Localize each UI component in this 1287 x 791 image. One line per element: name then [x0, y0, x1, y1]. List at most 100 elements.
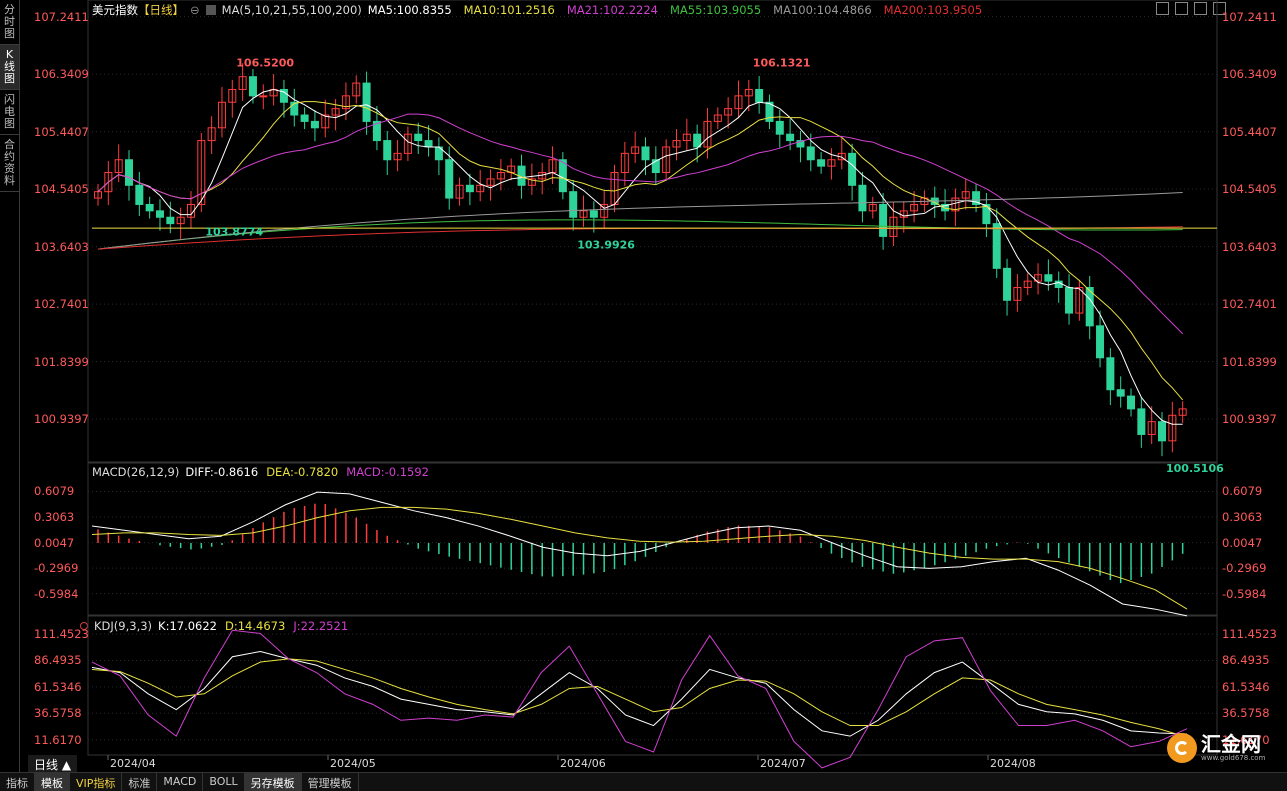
- main-ytick-r-7: 100.9397: [1222, 412, 1277, 427]
- candle-body-15: [248, 76, 257, 97]
- panel-frame-2: [87, 615, 1218, 756]
- xtick-label-1: 2024/05: [330, 757, 376, 770]
- main-ytick-r-3: 104.5405: [1222, 182, 1277, 197]
- bottom-tab-5[interactable]: BOLL: [203, 773, 245, 791]
- candle-body-58: [693, 133, 702, 148]
- candle-body-26: [362, 82, 371, 122]
- price-annotation-2: 103.9926: [577, 238, 635, 251]
- bottom-tab-1[interactable]: 模板: [35, 773, 70, 791]
- candle-body-76: [879, 203, 888, 237]
- candle-body-88: [1003, 267, 1012, 301]
- main-ytick-r-5: 102.7401: [1222, 297, 1277, 312]
- candle-body-66: [775, 120, 784, 135]
- main-ytick-r-6: 101.8399: [1222, 354, 1277, 369]
- ma-line-100: [97, 192, 1183, 250]
- kdj-ytick-l-2: 61.5346: [34, 679, 82, 694]
- price-annotation-1: 103.8774: [205, 226, 263, 239]
- candle-body-99: [1116, 389, 1125, 397]
- xtick-label-4: 2024/08: [990, 757, 1036, 770]
- candle-body-92: [1044, 274, 1053, 282]
- kdj-ytick-l-3: 36.5758: [34, 706, 82, 721]
- main-ytick-r-1: 106.3409: [1222, 67, 1277, 82]
- macd-ytick-l-2: 0.0047: [34, 535, 75, 550]
- candle-body-4: [135, 184, 144, 205]
- brand-logo: 汇金网 www.gold678.com: [1167, 733, 1265, 763]
- bottom-tab-4[interactable]: MACD: [157, 773, 204, 791]
- ma-line-10: [97, 101, 1184, 401]
- candle-body-74: [858, 184, 867, 212]
- candle-body-103: [1158, 421, 1167, 442]
- macd-ytick-r-0: 0.6079: [1222, 484, 1263, 499]
- macd-ytick-r-3: -0.2969: [1222, 561, 1267, 576]
- candle-body-98: [1106, 357, 1115, 391]
- candle-body-45: [558, 159, 567, 193]
- main-ytick-l-5: 102.7401: [34, 297, 89, 312]
- kdj-line-J: [91, 629, 1188, 769]
- bottom-toolbar: 指标 模板 VIP指标 标准 MACD BOLL 另存模板 管理模板: [0, 772, 1287, 791]
- bottom-tab-7[interactable]: 管理模板: [302, 773, 359, 791]
- macd-ytick-l-4: -0.5984: [34, 586, 79, 601]
- candle-body-70: [817, 159, 826, 167]
- macd-line-DIFF: [91, 491, 1188, 617]
- candle-body-101: [1137, 408, 1146, 435]
- macd-ytick-r-4: -0.5984: [1222, 586, 1267, 601]
- candle-body-48: [589, 210, 598, 218]
- candle-body-100: [1127, 395, 1136, 410]
- main-ytick-r-0: 107.2411: [1222, 9, 1277, 24]
- macd-ytick-l-3: -0.2969: [34, 561, 79, 576]
- candle-body-54: [651, 159, 660, 174]
- xtick-label-3: 2024/07: [760, 757, 806, 770]
- main-ytick-l-4: 103.6403: [34, 239, 89, 254]
- main-ytick-r-2: 105.4407: [1222, 124, 1277, 139]
- xtick-label-2: 2024/06: [560, 757, 606, 770]
- logo-url: www.gold678.com: [1201, 754, 1266, 762]
- price-annotation-4: 100.5106: [1166, 462, 1224, 475]
- candle-body-28: [383, 140, 392, 161]
- kdj-ytick-l-1: 86.4935: [34, 653, 82, 668]
- candle-body-31: [414, 133, 423, 142]
- main-ytick-l-6: 101.8399: [34, 354, 89, 369]
- candle-body-7: [166, 216, 175, 225]
- bottom-tab-6[interactable]: 另存模板: [244, 773, 302, 791]
- candle-body-20: [300, 114, 309, 122]
- candle-body-6: [155, 210, 164, 218]
- kdj-ytick-r-3: 36.5758: [1222, 706, 1270, 721]
- ma-line-21: [97, 113, 1184, 335]
- kdj-ytick-r-0: 111.4523: [1222, 627, 1277, 642]
- candle-body-32: [424, 140, 433, 148]
- candle-body-16: [259, 95, 268, 98]
- candle-body-94: [1065, 287, 1074, 314]
- kdj-ytick-r-1: 86.4935: [1222, 653, 1270, 668]
- main-ytick-l-3: 104.5405: [34, 182, 89, 197]
- main-ytick-l-7: 100.9397: [34, 412, 89, 427]
- candle-body-21: [310, 120, 319, 129]
- candle-body-36: [465, 184, 474, 193]
- macd-ytick-r-1: 0.3063: [1222, 510, 1263, 525]
- candle-body-5: [145, 203, 154, 212]
- candle-body-64: [755, 88, 764, 103]
- main-ytick-l-2: 105.4407: [34, 124, 89, 139]
- candle-body-87: [992, 223, 1001, 269]
- bottom-tab-3[interactable]: 标准: [122, 773, 158, 791]
- panel-frame-1: [87, 462, 1218, 616]
- chart-canvas[interactable]: 2024/04 2024/05 2024/06 2024/07 2024/08 106.5…: [0, 0, 1287, 790]
- candle-body-97: [1096, 325, 1105, 359]
- main-ytick-l-0: 107.2411: [34, 9, 89, 24]
- bottom-tab-0[interactable]: 指标: [0, 773, 35, 791]
- bottom-tab-2[interactable]: VIP指标: [70, 773, 123, 791]
- xtick-label-0: 2024/04: [110, 757, 156, 770]
- candle-body-53: [641, 146, 650, 161]
- price-annotation-0: 106.5200: [236, 56, 294, 69]
- price-annotation-3: 106.1321: [753, 56, 811, 69]
- candle-body-3: [124, 159, 133, 186]
- logo-icon: [1167, 733, 1197, 763]
- macd-ytick-l-0: 0.6079: [34, 484, 75, 499]
- candle-body-34: [445, 159, 454, 199]
- candle-body-69: [806, 146, 815, 161]
- main-ytick-r-4: 103.6403: [1222, 239, 1277, 254]
- kdj-ytick-l-0: 111.4523: [34, 627, 89, 642]
- candle-body-46: [569, 191, 578, 218]
- main-ytick-l-1: 106.3409: [34, 67, 89, 82]
- candle-body-67: [786, 133, 795, 142]
- kdj-ytick-l-4: 11.6170: [34, 732, 82, 747]
